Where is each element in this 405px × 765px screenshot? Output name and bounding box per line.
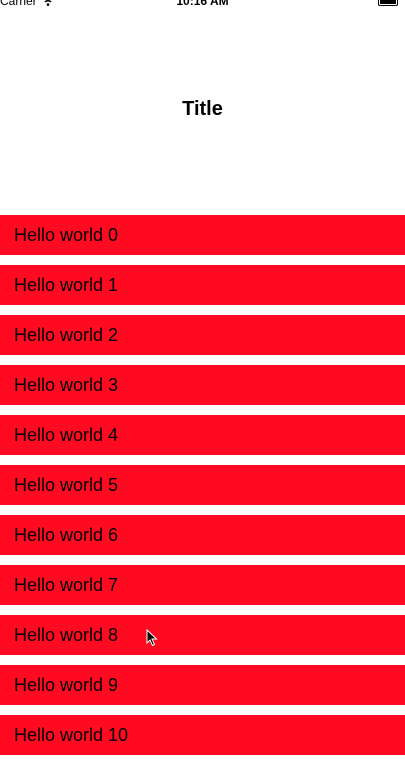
list-item-label: Hello world 10 xyxy=(14,724,129,745)
list: Hello world 0 Hello world 1 Hello world … xyxy=(0,215,405,765)
list-item[interactable]: Hello world 6 xyxy=(0,515,405,555)
list-item[interactable]: Hello world 4 xyxy=(0,415,405,455)
list-item[interactable]: Hello world 8 xyxy=(0,615,405,655)
list-item[interactable]: Hello world 9 xyxy=(0,665,405,705)
list-item-label: Hello world 4 xyxy=(14,424,119,445)
list-item[interactable]: Hello world 3 xyxy=(0,365,405,405)
list-item-label: Hello world 0 xyxy=(14,224,119,245)
list-item-label: Hello world 3 xyxy=(14,374,119,395)
list-item[interactable]: Hello world 0 xyxy=(0,215,405,255)
status-bar: Carrier 10:16 AM xyxy=(0,0,405,12)
list-item-label: Hello world 7 xyxy=(14,574,119,595)
page-title: Title xyxy=(182,98,223,120)
list-item[interactable]: Hello world 7 xyxy=(0,565,405,605)
list-item[interactable]: Hello world 5 xyxy=(0,465,405,505)
battery-level xyxy=(380,0,396,4)
list-item-label: Hello world 2 xyxy=(14,324,119,345)
list-item-label: Hello world 8 xyxy=(14,624,119,645)
list-item[interactable]: Hello world 10 xyxy=(0,715,405,755)
list-item[interactable]: Hello world 2 xyxy=(0,315,405,355)
mouse-cursor-icon xyxy=(146,629,158,647)
status-time: 10:16 AM xyxy=(176,0,229,8)
list-item[interactable]: Hello world 1 xyxy=(0,265,405,305)
list-item-label: Hello world 5 xyxy=(14,474,119,495)
list-item-label: Hello world 9 xyxy=(14,674,119,695)
list-item-label: Hello world 1 xyxy=(14,274,119,295)
battery-icon xyxy=(378,0,398,6)
list-item-label: Hello world 6 xyxy=(14,524,119,545)
navigation-bar: Title xyxy=(0,12,405,204)
